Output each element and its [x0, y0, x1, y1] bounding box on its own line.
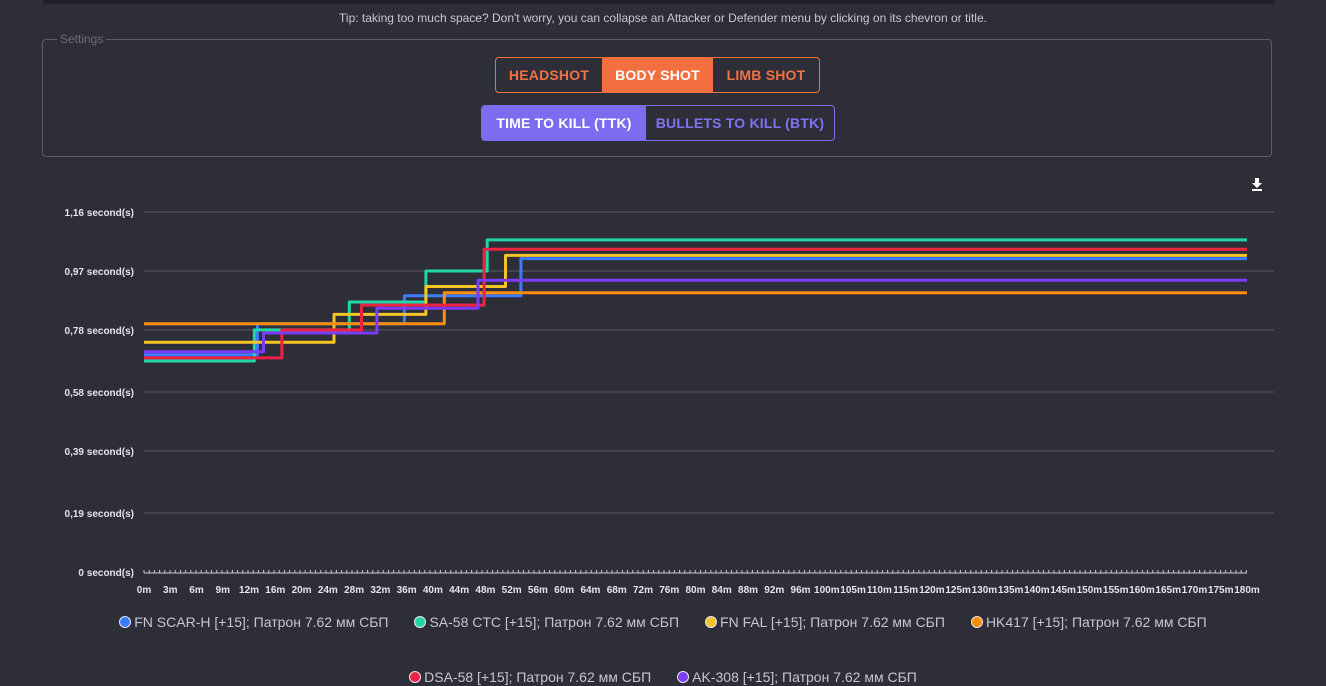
- x-tick-label: 92m: [764, 585, 784, 596]
- x-axis: 0m 3m 6m 9m 12m 16m 20m 24m 28m 32m 36m 40m 44m 48m 52…: [137, 570, 1260, 596]
- legend-item[interactable]: DSA-58 [+15]; Патрон 7.62 мм СБП: [409, 667, 651, 686]
- legend-color-dot: [119, 615, 132, 628]
- x-tick-label: 64m: [580, 585, 600, 596]
- x-tick-label: 6m: [189, 585, 204, 596]
- tip-text: Tip: taking too much space? Don't worry,…: [339, 11, 987, 25]
- x-tick-label: 0m: [137, 585, 152, 596]
- legend-color-dot: [409, 670, 422, 683]
- x-tick-label: 145m: [1050, 585, 1076, 596]
- legend-item[interactable]: SA-58 CTC [+15]; Патрон 7.62 мм СБП: [414, 612, 679, 631]
- y-tick-label: 0,78 second(s): [65, 326, 134, 337]
- x-tick-label: 105m: [840, 585, 866, 596]
- x-tick-label: 140m: [1024, 585, 1050, 596]
- x-tick-label: 48m: [475, 585, 495, 596]
- legend-color-dot: [414, 615, 427, 628]
- x-tick-label: 160m: [1129, 585, 1155, 596]
- y-tick-label: 0,58 second(s): [65, 388, 134, 399]
- ttk-chart: 0 second(s) 0,19 second(s) 0,39 second(s) 0…: [65, 208, 1274, 596]
- y-tick-label: 1,16 second(s): [65, 208, 134, 219]
- x-tick-label: 12m: [239, 585, 259, 596]
- series-lines: [144, 238, 1247, 363]
- x-tick-label: 165m: [1155, 585, 1181, 596]
- legend-item[interactable]: FN SCAR-H [+15]; Патрон 7.62 мм СБП: [119, 612, 388, 631]
- x-tick-label: 44m: [449, 585, 469, 596]
- x-tick-label: 135m: [998, 585, 1024, 596]
- legend-color-dot: [677, 670, 690, 683]
- chart-legend: FN SCAR-H [+15]; Патрон 7.62 мм СБП SA-58…: [0, 612, 1326, 686]
- series-line[interactable]: [144, 291, 1247, 326]
- time-to-kill-button[interactable]: TIME TO KILL (TTK): [482, 106, 646, 140]
- series-line[interactable]: [144, 257, 1247, 357]
- x-tick-label: 115m: [893, 585, 918, 596]
- y-axis-ticks: 0 second(s) 0,19 second(s) 0,39 second(s) 0…: [65, 208, 134, 579]
- x-tick-label: 170m: [1182, 585, 1208, 596]
- x-tick-label: 80m: [685, 585, 705, 596]
- x-tick-label: 76m: [659, 585, 679, 596]
- legend-label: DSA-58 [+15]; Патрон 7.62 мм СБП: [424, 668, 652, 685]
- x-tick-label: 72m: [633, 585, 653, 596]
- x-tick-label: 150m: [1077, 585, 1103, 596]
- legend-item[interactable]: HK417 [+15]; Патрон 7.62 мм СБП: [970, 612, 1207, 631]
- headshot-button[interactable]: HEADSHOT: [496, 58, 603, 92]
- x-tick-label: 56m: [528, 585, 548, 596]
- y-tick-label: 0,19 second(s): [65, 509, 134, 520]
- settings-legend: Settings: [60, 32, 104, 46]
- limb-shot-button[interactable]: LIMB SHOT: [713, 58, 819, 92]
- x-tick-label: 9m: [216, 585, 231, 596]
- x-tick-label: 125m: [945, 585, 971, 596]
- x-tick-label: 16m: [265, 585, 285, 596]
- x-tick-label: 88m: [738, 585, 758, 596]
- body-shot-button[interactable]: BODY SHOT: [603, 58, 713, 92]
- x-tick-label: 32m: [370, 585, 390, 596]
- x-tick-label: 28m: [344, 585, 364, 596]
- x-tick-label: 20m: [292, 585, 312, 596]
- y-tick-label: 0,97 second(s): [65, 267, 134, 278]
- x-tick-label: 130m: [972, 585, 998, 596]
- y-tick-label: 0,39 second(s): [65, 447, 134, 458]
- x-tick-label: 155m: [1103, 585, 1129, 596]
- x-tick-label: 110m: [867, 585, 892, 596]
- legend-item[interactable]: AK-308 [+15]; Патрон 7.62 мм СБП: [677, 667, 917, 686]
- x-tick-label: 40m: [423, 585, 443, 596]
- x-tick-label: 52m: [502, 585, 522, 596]
- legend-label: HK417 [+15]; Патрон 7.62 мм СБП: [985, 613, 1207, 630]
- x-tick-label: 3m: [163, 585, 178, 596]
- x-tick-label: 175m: [1208, 585, 1234, 596]
- x-tick-label: 100m: [814, 585, 840, 596]
- x-tick-label: 68m: [607, 585, 627, 596]
- x-tick-label: 24m: [318, 585, 338, 596]
- legend-item[interactable]: FN FAL [+15]; Патрон 7.62 мм СБП: [705, 612, 945, 631]
- legend-label: FN SCAR-H [+15]; Патрон 7.62 мм СБП: [134, 613, 389, 630]
- x-tick-label: 180m: [1234, 585, 1260, 596]
- legend-label: FN FAL [+15]; Патрон 7.62 мм СБП: [720, 613, 945, 630]
- shot-type-toggle: HEADSHOT BODY SHOT LIMB SHOT: [495, 57, 820, 93]
- collapsed-panel-edge: [43, 0, 1275, 4]
- metric-toggle: TIME TO KILL (TTK) BULLETS TO KILL (BTK): [481, 105, 835, 141]
- x-tick-label: 60m: [554, 585, 574, 596]
- x-tick-label: 36m: [397, 585, 417, 596]
- y-tick-label: 0 second(s): [78, 568, 134, 579]
- legend-label: AK-308 [+15]; Патрон 7.62 мм СБП: [692, 668, 917, 685]
- legend-label: SA-58 CTC [+15]; Патрон 7.62 мм СБП: [429, 613, 680, 630]
- x-tick-label: 96m: [791, 585, 811, 596]
- x-tick-label: 120m: [919, 585, 945, 596]
- x-tick-label: 84m: [712, 585, 732, 596]
- legend-color-dot: [970, 615, 983, 628]
- download-icon[interactable]: [1249, 176, 1265, 192]
- bullets-to-kill-button[interactable]: BULLETS TO KILL (BTK): [646, 106, 834, 140]
- legend-color-dot: [705, 615, 718, 628]
